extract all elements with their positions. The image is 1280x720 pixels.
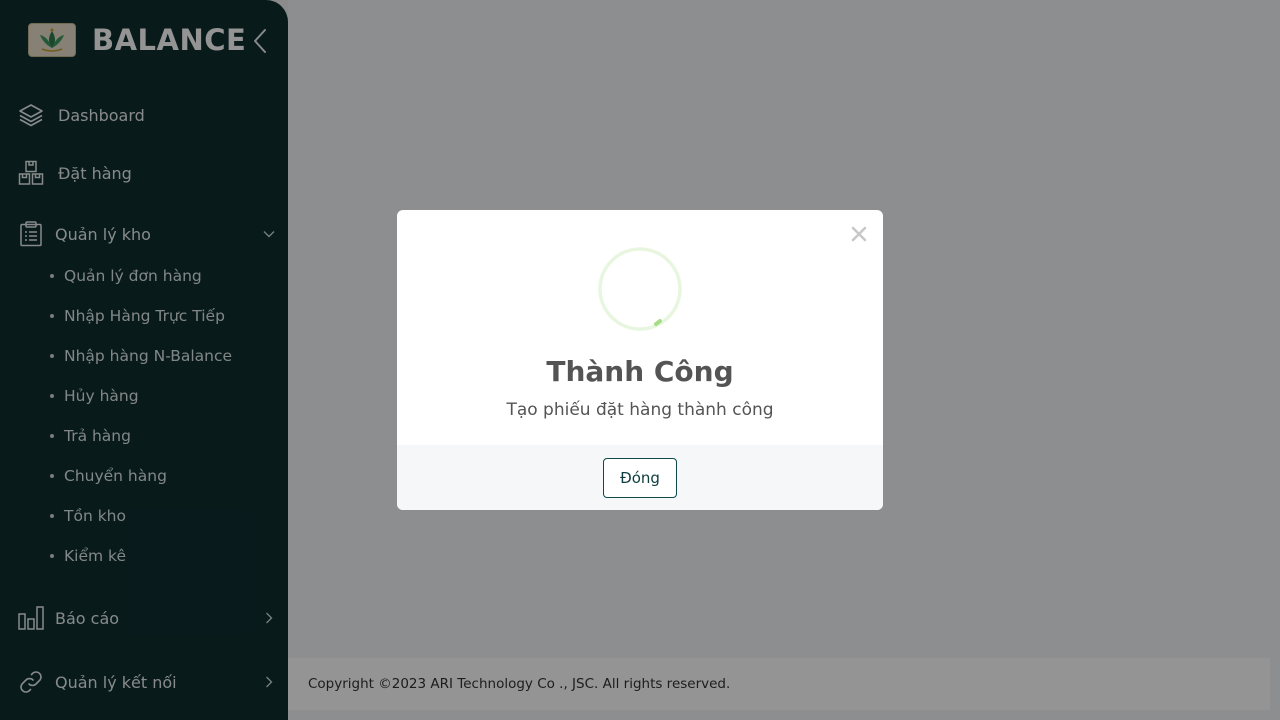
dialog-title: Thành Công [546, 355, 734, 388]
dialog-message: Tạo phiếu đặt hàng thành công [506, 400, 774, 420]
success-dialog: Thành Công Tạo phiếu đặt hàng thành công… [397, 210, 883, 510]
success-icon [598, 247, 682, 331]
close-button[interactable]: Đóng [603, 457, 677, 498]
close-icon[interactable] [847, 222, 871, 246]
dialog-footer: Đóng [397, 445, 883, 510]
